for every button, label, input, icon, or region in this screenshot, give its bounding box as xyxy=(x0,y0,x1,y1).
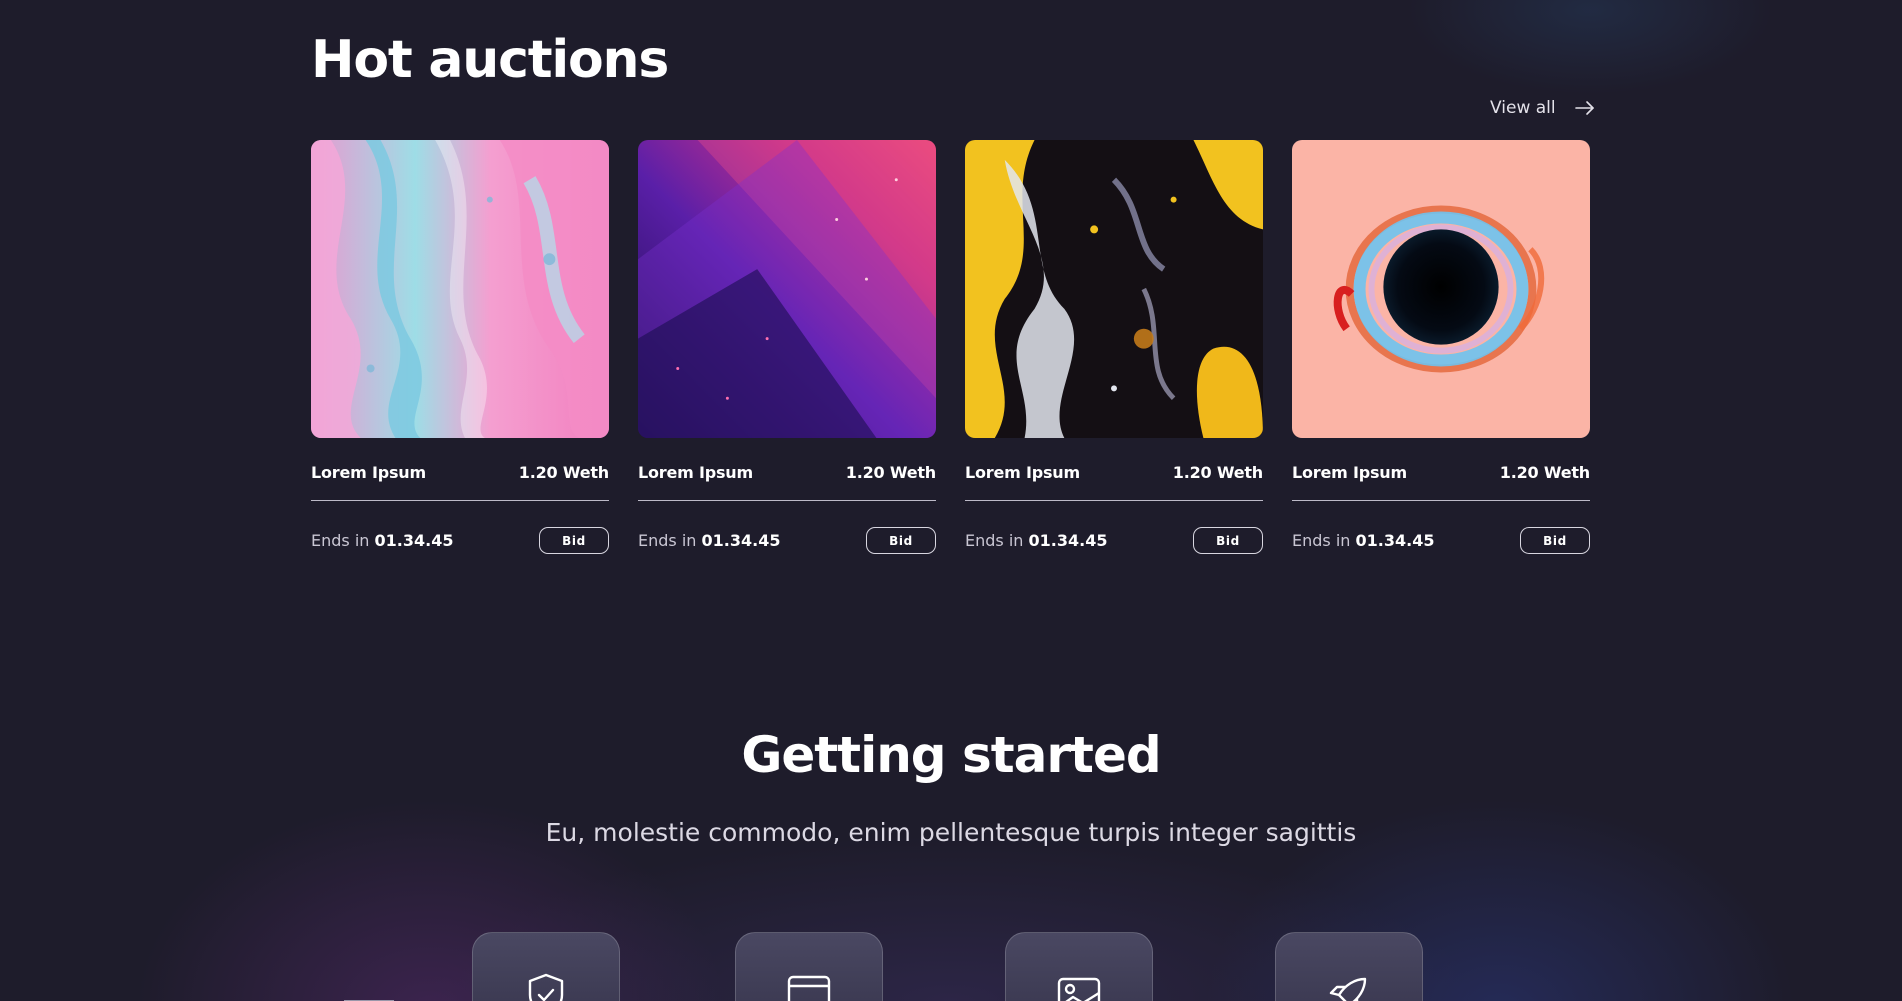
card-price: 1.20 Weth xyxy=(1172,463,1263,482)
step-tile[interactable] xyxy=(472,932,620,1001)
card-price: 1.20 Weth xyxy=(845,463,936,482)
divider xyxy=(638,500,936,501)
auction-card: Lorem Ipsum 1.20 Weth Ends in 01.34.45 B… xyxy=(965,140,1263,554)
step-tile[interactable] xyxy=(1005,932,1153,1001)
ends-label: Ends in xyxy=(1292,531,1351,550)
countdown: Ends in 01.34.45 xyxy=(1292,531,1434,550)
auction-cards: Lorem Ipsum 1.20 Weth Ends in 01.34.45 B… xyxy=(311,140,1590,554)
card-title: Lorem Ipsum xyxy=(638,463,753,482)
countdown-time: 01.34.45 xyxy=(701,531,781,550)
auction-card: Lorem Ipsum 1.20 Weth Ends in 01.34.45 B… xyxy=(1292,140,1590,554)
rocket-icon xyxy=(1329,977,1367,1001)
divider xyxy=(1292,500,1590,501)
step-tile[interactable] xyxy=(1275,932,1423,1001)
image-icon xyxy=(1057,977,1101,1001)
card-title: Lorem Ipsum xyxy=(1292,463,1407,482)
card-title: Lorem Ipsum xyxy=(965,463,1080,482)
auction-card: Lorem Ipsum 1.20 Weth Ends in 01.34.45 B… xyxy=(638,140,936,554)
yellow-black-fluid-art[interactable] xyxy=(965,140,1263,438)
view-all-label: View all xyxy=(1490,98,1556,118)
auction-card: Lorem Ipsum 1.20 Weth Ends in 01.34.45 B… xyxy=(311,140,609,554)
page: Hot auctions View all Lorem Ipsum 1.20 W… xyxy=(0,0,1902,1001)
hot-auctions-title: Hot auctions xyxy=(311,30,669,90)
bid-button[interactable]: Bid xyxy=(1193,527,1263,554)
countdown-time: 01.34.45 xyxy=(1028,531,1108,550)
card-price: 1.20 Weth xyxy=(1499,463,1590,482)
countdown-time: 01.34.45 xyxy=(374,531,454,550)
ends-label: Ends in xyxy=(311,531,370,550)
black-hole-swirl-art[interactable] xyxy=(1292,140,1590,438)
countdown: Ends in 01.34.45 xyxy=(638,531,780,550)
bid-button[interactable]: Bid xyxy=(539,527,609,554)
getting-started-subtitle: Eu, molestie commodo, enim pellentesque … xyxy=(545,818,1357,847)
wallet-card-icon xyxy=(787,975,831,1001)
shield-check-icon xyxy=(528,973,564,1001)
bid-button[interactable]: Bid xyxy=(866,527,936,554)
getting-started-steps xyxy=(0,932,1902,1001)
bid-button[interactable]: Bid xyxy=(1520,527,1590,554)
arrow-right-icon xyxy=(1574,101,1594,115)
view-all-link[interactable]: View all xyxy=(1490,98,1596,118)
pastel-marble-art[interactable] xyxy=(311,140,609,438)
divider xyxy=(965,500,1263,501)
ends-label: Ends in xyxy=(965,531,1024,550)
card-price: 1.20 Weth xyxy=(518,463,609,482)
ends-label: Ends in xyxy=(638,531,697,550)
countdown: Ends in 01.34.45 xyxy=(965,531,1107,550)
card-title: Lorem Ipsum xyxy=(311,463,426,482)
divider xyxy=(311,500,609,501)
purple-pink-glass-art[interactable] xyxy=(638,140,936,438)
countdown: Ends in 01.34.45 xyxy=(311,531,453,550)
getting-started-title: Getting started xyxy=(741,726,1161,784)
countdown-time: 01.34.45 xyxy=(1355,531,1435,550)
step-tile[interactable] xyxy=(735,932,883,1001)
